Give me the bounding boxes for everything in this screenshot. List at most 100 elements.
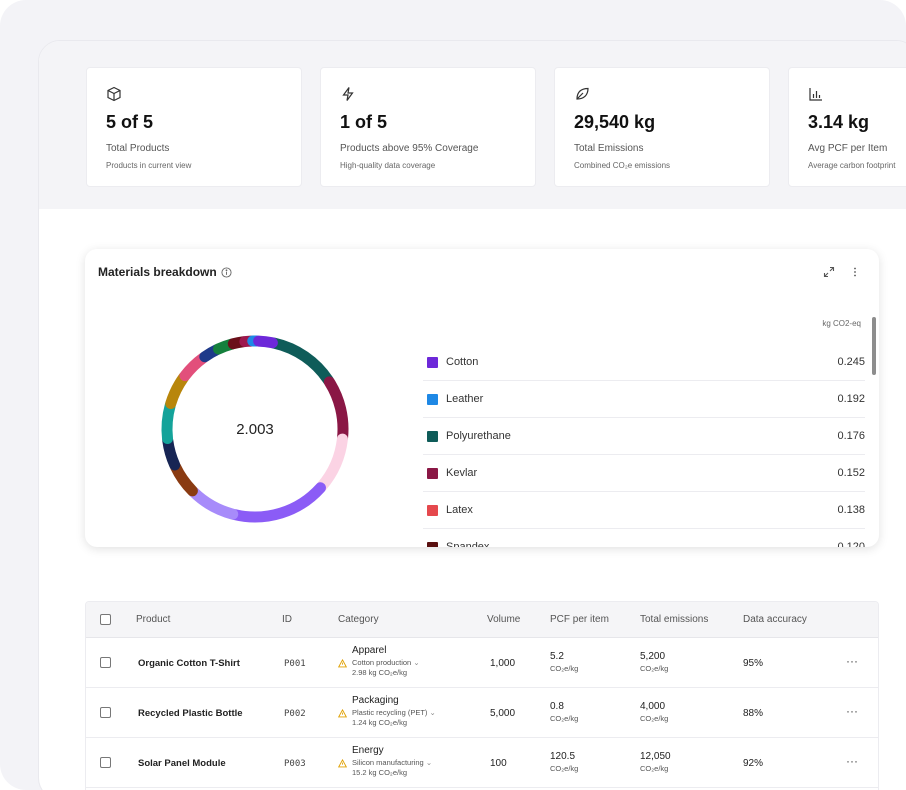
warning-icon — [338, 659, 347, 668]
total-value: 5,200 — [640, 651, 666, 662]
legend-name: Polyurethane — [446, 430, 511, 442]
lightning-icon — [342, 87, 354, 101]
product-id: P003 — [284, 759, 306, 769]
col-volume[interactable]: Volume — [487, 614, 520, 625]
more-horizontal-icon[interactable]: ··· — [846, 754, 858, 768]
dashboard-window: 5 of 5 Total Products Products in curren… — [38, 40, 906, 790]
pcf-value: 0.8 — [550, 701, 564, 712]
product-name[interactable]: Recycled Plastic Bottle — [138, 708, 243, 719]
materials-breakdown-card: Materials breakdown 2.003 kg CO2-eq Cott… — [85, 249, 879, 547]
legend-item[interactable]: Polyurethane 0.176 — [423, 418, 865, 455]
volume: 100 — [490, 758, 507, 769]
product-id: P001 — [284, 659, 306, 669]
legend-name: Cotton — [446, 356, 479, 368]
more-vertical-icon[interactable] — [849, 266, 861, 278]
pcf-cell: 5.2 CO₂e/kg — [550, 651, 578, 673]
cube-icon — [107, 86, 121, 102]
legend-swatch — [427, 430, 438, 442]
warning-icon — [338, 709, 347, 718]
legend-item[interactable]: Leather 0.192 — [423, 381, 865, 418]
product-id: P002 — [284, 709, 306, 719]
legend-name: Spandex — [446, 541, 490, 547]
stat-sub: High-quality data coverage — [340, 161, 436, 170]
emission-factor: 15.2 kg CO₂e/kg — [352, 768, 408, 777]
more-horizontal-icon[interactable]: ··· — [846, 654, 858, 668]
legend-swatch — [427, 467, 438, 479]
emission-factor: 1.24 kg CO₂e/kg — [352, 718, 408, 727]
category-cell: Energy Silicon manufacturing ⌄ 15.2 kg CO₂… — [352, 745, 432, 777]
col-product[interactable]: Product — [136, 614, 170, 625]
pcf-unit: CO₂e/kg — [550, 714, 579, 723]
donut-center-value: 2.003 — [236, 420, 274, 438]
accuracy: 92% — [743, 758, 764, 769]
row-checkbox[interactable] — [100, 757, 111, 768]
table-row[interactable]: Solar Panel Module P003 Energy Silicon manu… — [86, 738, 878, 788]
stat-sub: Products in current view — [106, 161, 192, 170]
chevron-down-icon: ⌄ — [429, 708, 436, 717]
legend-item[interactable]: Cotton 0.245 — [423, 344, 865, 381]
product-name[interactable]: Organic Cotton T-Shirt — [138, 658, 240, 669]
subcategory: Silicon manufacturing — [352, 758, 424, 767]
card-actions — [823, 266, 861, 278]
total-cell: 5,200 CO₂e/kg — [640, 651, 668, 673]
subcategory: Cotton production — [352, 658, 412, 667]
table-row[interactable]: Organic Cotton T-Shirt P001 Apparel Cotton … — [86, 638, 878, 688]
category-sub-wrap[interactable]: Cotton production ⌄ — [352, 658, 420, 667]
chevron-down-icon: ⌄ — [413, 658, 420, 667]
volume: 1,000 — [490, 658, 516, 669]
total-unit: CO₂e/kg — [640, 764, 669, 773]
legend-name: Latex — [446, 504, 473, 516]
col-data-accuracy[interactable]: Data accuracy — [743, 614, 807, 625]
volume: 5,000 — [490, 708, 516, 719]
pcf-value: 5.2 — [550, 651, 564, 662]
more-horizontal-icon[interactable]: ··· — [846, 704, 858, 718]
row-checkbox[interactable] — [100, 707, 111, 718]
legend-swatch — [427, 541, 438, 547]
product-name[interactable]: Solar Panel Module — [138, 758, 226, 769]
table-row[interactable]: Recycled Plastic Bottle P002 Packaging Plas… — [86, 688, 878, 738]
category-sub-wrap[interactable]: Plastic recycling (PET) ⌄ — [352, 708, 436, 717]
stat-label: Products above 95% Coverage — [340, 143, 479, 154]
materials-title-wrap: Materials breakdown — [98, 265, 232, 279]
legend-swatch — [427, 504, 438, 516]
total-value: 12,050 — [640, 751, 671, 762]
category-cell: Packaging Plastic recycling (PET) ⌄ 1.24 k… — [352, 695, 436, 727]
category-name: Apparel — [352, 645, 387, 656]
subcategory: Plastic recycling (PET) — [352, 708, 428, 717]
legend-scrollbar[interactable] — [872, 317, 876, 375]
stat-value: 5 of 5 — [106, 112, 154, 132]
legend-value: 0.138 — [837, 504, 865, 516]
total-value: 4,000 — [640, 701, 666, 712]
leaf-icon — [576, 87, 589, 100]
category-sub-wrap[interactable]: Silicon manufacturing ⌄ — [352, 758, 432, 767]
col-id[interactable]: ID — [282, 614, 292, 625]
category-name: Packaging — [352, 695, 399, 706]
select-all-checkbox[interactable] — [100, 614, 111, 625]
pcf-unit: CO₂e/kg — [550, 664, 579, 673]
col-total-emissions[interactable]: Total emissions — [640, 614, 708, 625]
legend-item[interactable]: Kevlar 0.152 — [423, 455, 865, 492]
legend-item[interactable]: Spandex 0.120 — [423, 529, 865, 547]
legend-value: 0.152 — [837, 467, 865, 479]
stat-card-total-products: 5 of 5 Total Products Products in curren… — [86, 67, 302, 187]
legend-unit-label: kg CO2-eq — [822, 319, 861, 328]
col-pcf[interactable]: PCF per item — [550, 614, 609, 625]
stat-card-avg-pcf: 3.14 kg Avg PCF per Item Average carbon … — [788, 67, 906, 187]
total-cell: 4,000 CO₂e/kg — [640, 701, 668, 723]
info-icon[interactable] — [221, 266, 232, 278]
col-category[interactable]: Category — [338, 614, 379, 625]
materials-title: Materials breakdown — [98, 265, 217, 279]
total-unit: CO₂e/kg — [640, 664, 669, 673]
expand-icon[interactable] — [823, 266, 835, 278]
pcf-value: 120.5 — [550, 751, 576, 762]
legend-value: 0.176 — [837, 430, 865, 442]
legend-item[interactable]: Latex 0.138 — [423, 492, 865, 529]
accuracy: 88% — [743, 708, 764, 719]
pcf-cell: 0.8 CO₂e/kg — [550, 701, 578, 723]
stat-card-total-emissions: 29,540 kg Total Emissions Combined CO₂e … — [554, 67, 770, 187]
category-cell: Apparel Cotton production ⌄ 2.98 kg CO₂e/k… — [352, 645, 420, 677]
accuracy: 95% — [743, 658, 764, 669]
row-checkbox[interactable] — [100, 657, 111, 668]
legend-value: 0.192 — [837, 393, 865, 405]
pcf-cell: 120.5 CO₂e/kg — [550, 751, 578, 773]
